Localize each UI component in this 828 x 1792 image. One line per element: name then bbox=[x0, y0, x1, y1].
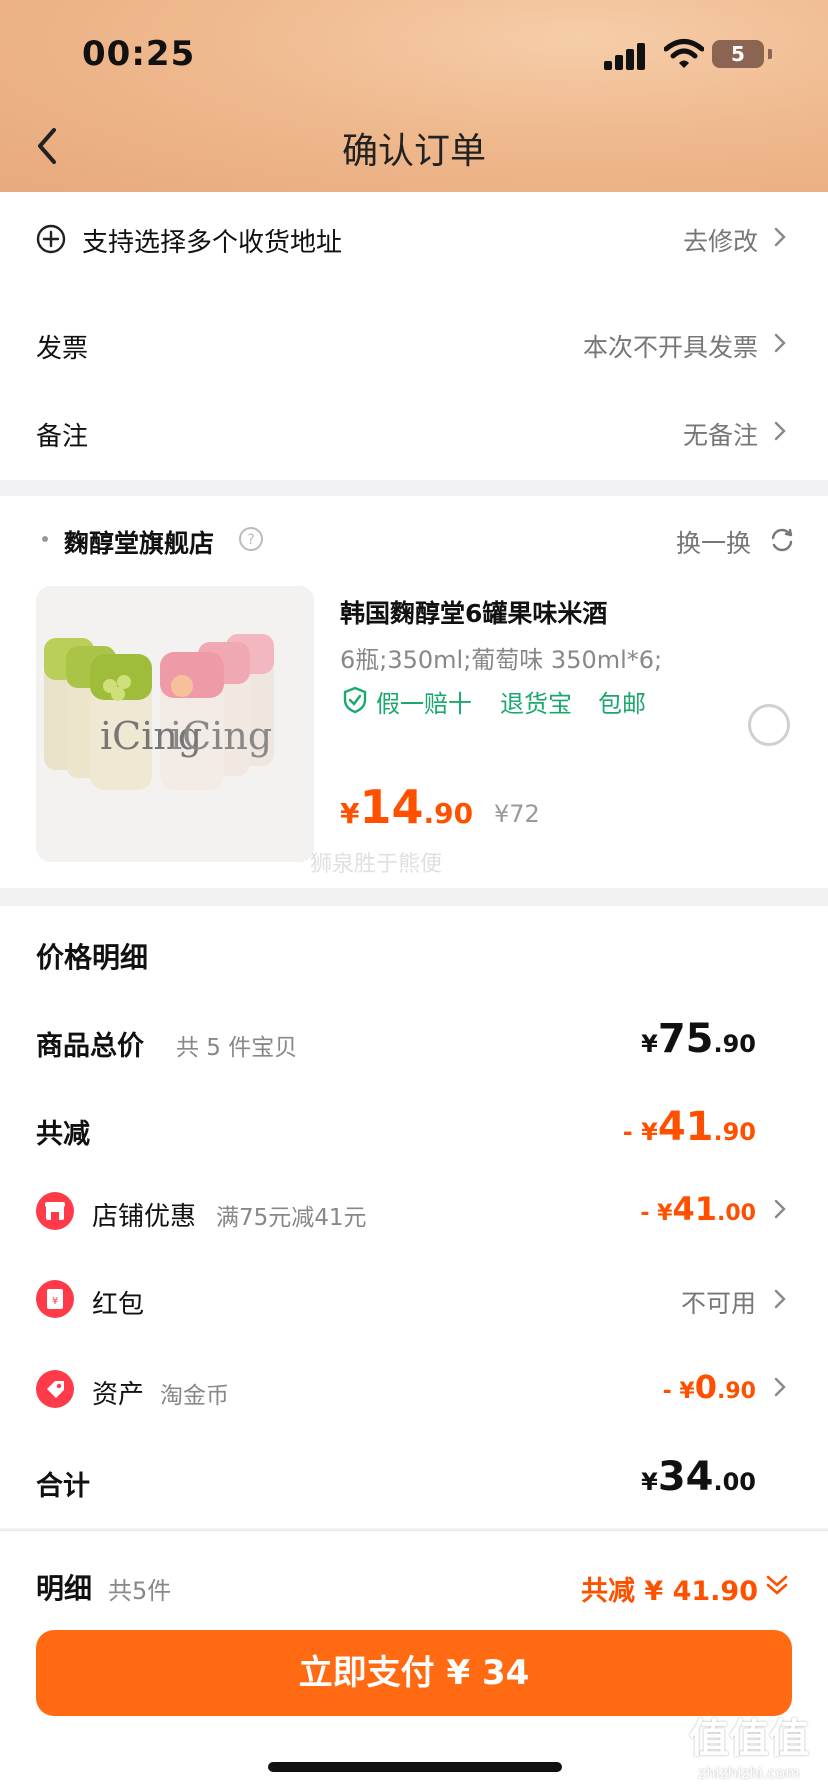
price-dec: .90 bbox=[423, 797, 474, 830]
signal-icon bbox=[604, 42, 648, 70]
remark-label: 备注 bbox=[36, 422, 89, 452]
total-dec: .90 bbox=[713, 1030, 756, 1058]
total-amount: ¥75.90 bbox=[641, 1016, 756, 1062]
chevron-right-icon bbox=[774, 227, 786, 247]
total-sub: 共 5 件宝贝 bbox=[176, 1035, 298, 1061]
shield-check-icon bbox=[343, 686, 367, 714]
select-radio[interactable] bbox=[748, 704, 790, 746]
shop-coupon-dec: .00 bbox=[717, 1201, 756, 1226]
product-spec[interactable]: 6瓶;350ml;葡萄味 350ml*6; bbox=[340, 640, 662, 675]
red-packet-label: 红包 bbox=[92, 1290, 145, 1320]
status-bar: 00:25 5 bbox=[0, 0, 828, 110]
shop-coupon-prefix: - ¥ bbox=[640, 1201, 673, 1226]
shop-coupon-int: 41 bbox=[672, 1190, 718, 1228]
sum-yen: ¥ bbox=[641, 1468, 658, 1496]
address-row[interactable]: 支持选择多个收货地址 去修改 bbox=[0, 192, 828, 282]
product-image[interactable]: iCing iCing bbox=[36, 586, 314, 862]
bottom-detail-label[interactable]: 明细 bbox=[36, 1567, 92, 1607]
shop-dot bbox=[42, 536, 48, 542]
original-price: ¥72 bbox=[494, 800, 540, 828]
add-circle-icon bbox=[36, 224, 66, 254]
corner-logo: 值值值 zhizhizhi.com bbox=[676, 1706, 822, 1782]
wifi-icon bbox=[664, 39, 704, 68]
sum-dec: .00 bbox=[713, 1468, 756, 1496]
total-yen: ¥ bbox=[641, 1030, 658, 1058]
price-int: 14 bbox=[359, 780, 424, 834]
shop-coupon-icon bbox=[36, 1192, 74, 1230]
chevron-right-icon bbox=[774, 421, 786, 441]
invoice-row[interactable]: 发票 本次不开具发票 bbox=[0, 302, 828, 382]
invoice-value: 本次不开具发票 bbox=[582, 333, 758, 362]
asset-prefix: - ¥ bbox=[662, 1379, 695, 1404]
image-watermark: 狮泉胜于熊便 bbox=[310, 852, 443, 877]
envelope-icon: ¥ bbox=[47, 1289, 63, 1309]
battery-icon: 5 bbox=[712, 40, 764, 68]
bottom-count: 共5件 bbox=[108, 1577, 172, 1605]
shop-coupon-amount: - ¥41.00 bbox=[640, 1190, 756, 1228]
chevron-right-icon bbox=[774, 1377, 786, 1397]
shop-coupon-row[interactable]: 店铺优惠 满75元减41元 - ¥41.00 bbox=[0, 1172, 828, 1252]
reduce-label: 共减 bbox=[36, 1119, 90, 1150]
corner-logo-text: 值值值 bbox=[689, 1716, 809, 1762]
svg-text:?: ? bbox=[247, 532, 254, 548]
asset-amount: - ¥0.90 bbox=[663, 1368, 756, 1406]
chevron-right-icon bbox=[774, 1199, 786, 1219]
red-packet-row[interactable]: ¥ 红包 不可用 bbox=[0, 1260, 828, 1340]
svg-text:¥: ¥ bbox=[52, 1296, 58, 1307]
status-time: 00:25 bbox=[82, 34, 196, 74]
pay-now-button[interactable]: 立即支付 ¥ 34 bbox=[36, 1630, 792, 1716]
shop-coupon-label: 店铺优惠 bbox=[92, 1202, 197, 1232]
tag-return-insurance: 退货宝 bbox=[500, 690, 572, 718]
address-action[interactable]: 去修改 bbox=[683, 222, 758, 258]
double-chevron-down-icon[interactable] bbox=[764, 1571, 790, 1599]
sum-int: 34 bbox=[657, 1454, 714, 1500]
address-label: 支持选择多个收货地址 bbox=[82, 228, 343, 258]
page-title: 确认订单 bbox=[341, 131, 486, 172]
asset-sub: 淘金币 bbox=[160, 1383, 229, 1409]
reduce-int: 41 bbox=[657, 1104, 714, 1150]
chevron-right-icon bbox=[774, 1289, 786, 1309]
red-packet-value: 不可用 bbox=[680, 1289, 756, 1318]
chevron-right-icon bbox=[774, 333, 786, 353]
product-brand-text-2: iCing bbox=[170, 714, 273, 758]
product-title[interactable]: 韩国麴醇堂6罐果味米酒 bbox=[340, 594, 607, 630]
reduce-dec: .90 bbox=[713, 1118, 756, 1146]
refresh-icon[interactable] bbox=[768, 526, 796, 554]
store-icon bbox=[45, 1202, 65, 1220]
product-price: ¥14.90 bbox=[340, 780, 473, 834]
shop-name[interactable]: 麴醇堂旗舰店 bbox=[64, 524, 214, 560]
home-indicator bbox=[268, 1762, 562, 1772]
help-icon[interactable]: ? bbox=[238, 526, 264, 552]
invoice-label: 发票 bbox=[36, 334, 89, 364]
remark-row[interactable]: 备注 无备注 bbox=[0, 390, 828, 470]
total-int: 75 bbox=[657, 1016, 714, 1062]
price-detail-heading: 价格明细 bbox=[36, 941, 149, 974]
asset-icon bbox=[36, 1370, 74, 1408]
tag-free-shipping: 包邮 bbox=[598, 690, 646, 718]
total-label: 商品总价 bbox=[36, 1031, 144, 1062]
switch-label[interactable]: 换一换 bbox=[676, 524, 751, 560]
corner-logo-sub: zhizhizhi.com bbox=[698, 1764, 800, 1782]
price-yen: ¥ bbox=[340, 797, 360, 830]
price-detail-card: 价格明细 商品总价 共 5 件宝贝 ¥75.90 共减 - ¥41.90 店铺优… bbox=[0, 906, 828, 1528]
asset-dec: .90 bbox=[717, 1379, 756, 1404]
battery-tip bbox=[768, 49, 772, 59]
sum-label: 合计 bbox=[36, 1471, 90, 1502]
sum-amount: ¥34.00 bbox=[641, 1454, 756, 1500]
reduce-amount: - ¥41.90 bbox=[623, 1104, 756, 1150]
tag-icon bbox=[47, 1381, 64, 1398]
tag-fake-compensation: 假一赔十 bbox=[376, 690, 472, 718]
asset-row[interactable]: 资产 淘金币 - ¥0.90 bbox=[0, 1350, 828, 1430]
asset-int: 0 bbox=[694, 1368, 718, 1406]
remark-value: 无备注 bbox=[682, 421, 758, 450]
reduce-prefix: - ¥ bbox=[622, 1118, 658, 1146]
bottom-reduce[interactable]: 共减 ¥ 41.90 bbox=[581, 1569, 758, 1608]
order-options-card: 支持选择多个收货地址 去修改 发票 本次不开具发票 备注 无备注 bbox=[0, 192, 828, 480]
shop-card: 麴醇堂旗舰店 ? 换一换 iCing iCing 狮泉胜于熊便 韩国麴醇堂6罐果… bbox=[0, 496, 828, 888]
shop-coupon-sub: 满75元减41元 bbox=[216, 1205, 367, 1231]
asset-label: 资产 bbox=[92, 1380, 145, 1410]
red-packet-icon: ¥ bbox=[36, 1280, 74, 1318]
